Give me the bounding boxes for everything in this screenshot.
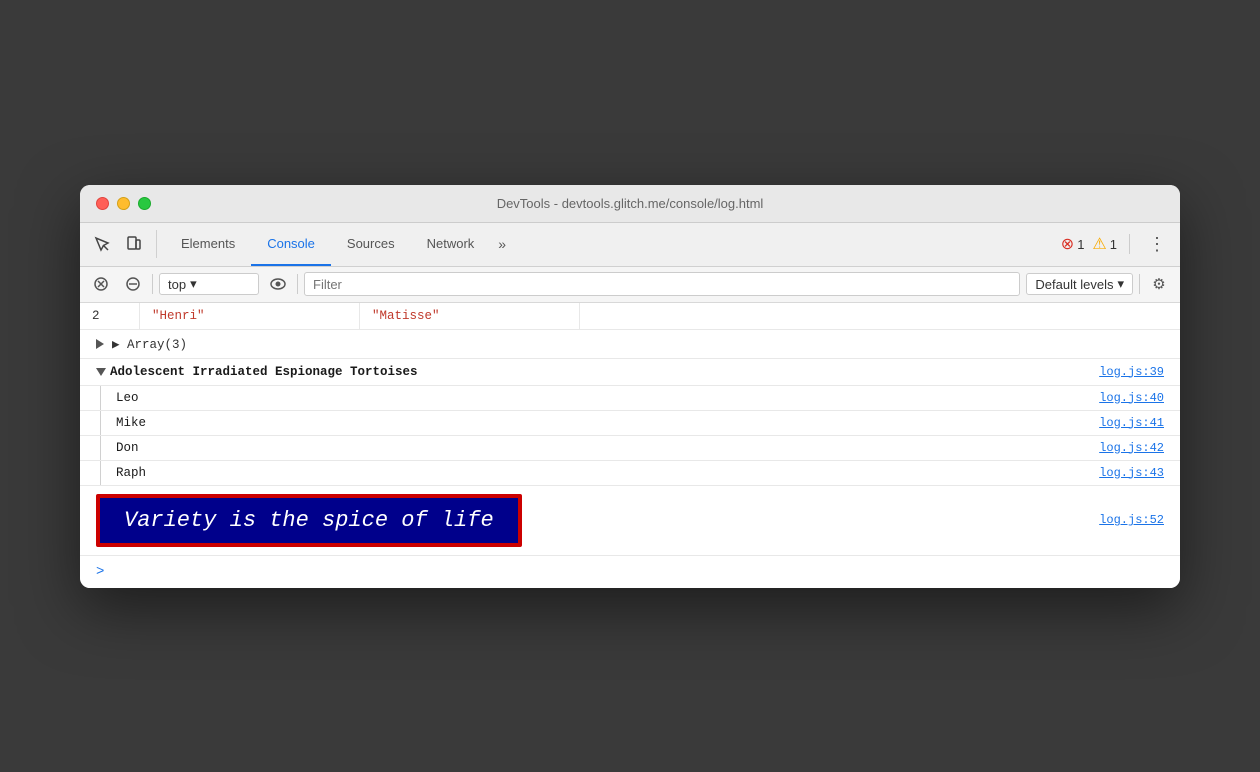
tab-elements[interactable]: Elements: [165, 223, 251, 266]
group-line-ref[interactable]: log.js:39: [1099, 365, 1164, 379]
table-empty-cell: [580, 303, 1180, 329]
list-item-mike-ref[interactable]: log.js:41: [1099, 416, 1164, 430]
array-row: ▶ Array(3): [80, 330, 1180, 359]
console-toolbar-separator-2: [297, 274, 298, 294]
array-label: ▶ Array(3): [112, 336, 187, 352]
inspect-element-button[interactable]: [88, 230, 116, 258]
levels-label: Default levels: [1035, 277, 1113, 292]
error-icon: ⊗: [1061, 234, 1074, 254]
list-item: Raph log.js:43: [80, 461, 1180, 486]
window-title: DevTools - devtools.glitch.me/console/lo…: [497, 196, 764, 211]
levels-dropdown[interactable]: Default levels ▾: [1026, 273, 1133, 295]
main-toolbar: Elements Console Sources Network » ⊗ 1 ⚠…: [80, 223, 1180, 267]
list-item: Mike log.js:41: [80, 411, 1180, 436]
console-toolbar-separator-1: [152, 274, 153, 294]
settings-button[interactable]: ⚙: [1146, 271, 1172, 297]
styled-text-box: Variety is the spice of life: [96, 494, 522, 547]
list-item-don-ref[interactable]: log.js:42: [1099, 441, 1164, 455]
warn-count: 1: [1110, 237, 1117, 252]
console-input[interactable]: [112, 565, 1164, 579]
prompt-chevron: >: [96, 564, 104, 580]
prompt-row: >: [80, 556, 1180, 588]
close-button[interactable]: [96, 197, 109, 210]
list-item-leo-ref[interactable]: log.js:40: [1099, 391, 1164, 405]
device-toggle-button[interactable]: [120, 230, 148, 258]
clear-console-button[interactable]: [88, 271, 114, 297]
tab-console[interactable]: Console: [251, 223, 331, 266]
toolbar-right: ⊗ 1 ⚠ 1 ⋮: [1061, 230, 1172, 259]
list-item-leo: Leo: [116, 391, 139, 405]
styled-output-row: Variety is the spice of life log.js:52: [80, 486, 1180, 556]
traffic-lights: [96, 197, 151, 210]
filter-input[interactable]: [304, 272, 1020, 296]
styled-output-ref[interactable]: log.js:52: [1099, 513, 1164, 527]
list-item-don: Don: [116, 441, 139, 455]
group-label: Adolescent Irradiated Espionage Tortoise…: [110, 365, 418, 379]
tab-network[interactable]: Network: [411, 223, 491, 266]
table-data-row: 2 "Henri" "Matisse": [80, 303, 1180, 330]
console-toolbar: top ▾ Default levels ▾ ⚙: [80, 267, 1180, 303]
list-item-mike: Mike: [116, 416, 146, 430]
warn-badge: ⚠ 1: [1092, 234, 1117, 254]
table-lastname-cell: "Matisse": [360, 303, 580, 329]
title-bar: DevTools - devtools.glitch.me/console/lo…: [80, 185, 1180, 223]
minimize-button[interactable]: [117, 197, 130, 210]
context-dropdown-arrow: ▾: [190, 276, 197, 292]
context-selector[interactable]: top ▾: [159, 273, 259, 295]
console-content: 2 "Henri" "Matisse" ▶ Array(3) Adolescen…: [80, 303, 1180, 588]
table-firstname-cell: "Henri": [140, 303, 360, 329]
maximize-button[interactable]: [138, 197, 151, 210]
toolbar-separator: [1129, 234, 1130, 254]
block-network-button[interactable]: [120, 271, 146, 297]
error-count: 1: [1077, 237, 1084, 252]
console-toolbar-separator-3: [1139, 274, 1140, 294]
styled-text: Variety is the spice of life: [124, 508, 494, 533]
tab-sources[interactable]: Sources: [331, 223, 411, 266]
list-item-raph: Raph: [116, 466, 146, 480]
warn-icon: ⚠: [1092, 234, 1106, 254]
group-row: Adolescent Irradiated Espionage Tortoise…: [80, 359, 1180, 386]
error-badge: ⊗ 1: [1061, 234, 1085, 254]
eye-button[interactable]: [265, 271, 291, 297]
devtools-window: DevTools - devtools.glitch.me/console/lo…: [80, 185, 1180, 588]
list-item-raph-ref[interactable]: log.js:43: [1099, 466, 1164, 480]
expand-array-icon[interactable]: [96, 339, 104, 349]
list-item: Don log.js:42: [80, 436, 1180, 461]
toolbar-icon-group: [88, 230, 157, 258]
more-tabs-button[interactable]: »: [490, 223, 514, 266]
collapse-group-icon[interactable]: [96, 368, 106, 376]
more-options-button[interactable]: ⋮: [1142, 230, 1172, 259]
table-index-cell: 2: [80, 303, 140, 329]
context-label: top: [168, 277, 186, 292]
tab-bar: Elements Console Sources Network »: [165, 223, 514, 266]
list-item: Leo log.js:40: [80, 386, 1180, 411]
levels-arrow: ▾: [1117, 276, 1124, 292]
